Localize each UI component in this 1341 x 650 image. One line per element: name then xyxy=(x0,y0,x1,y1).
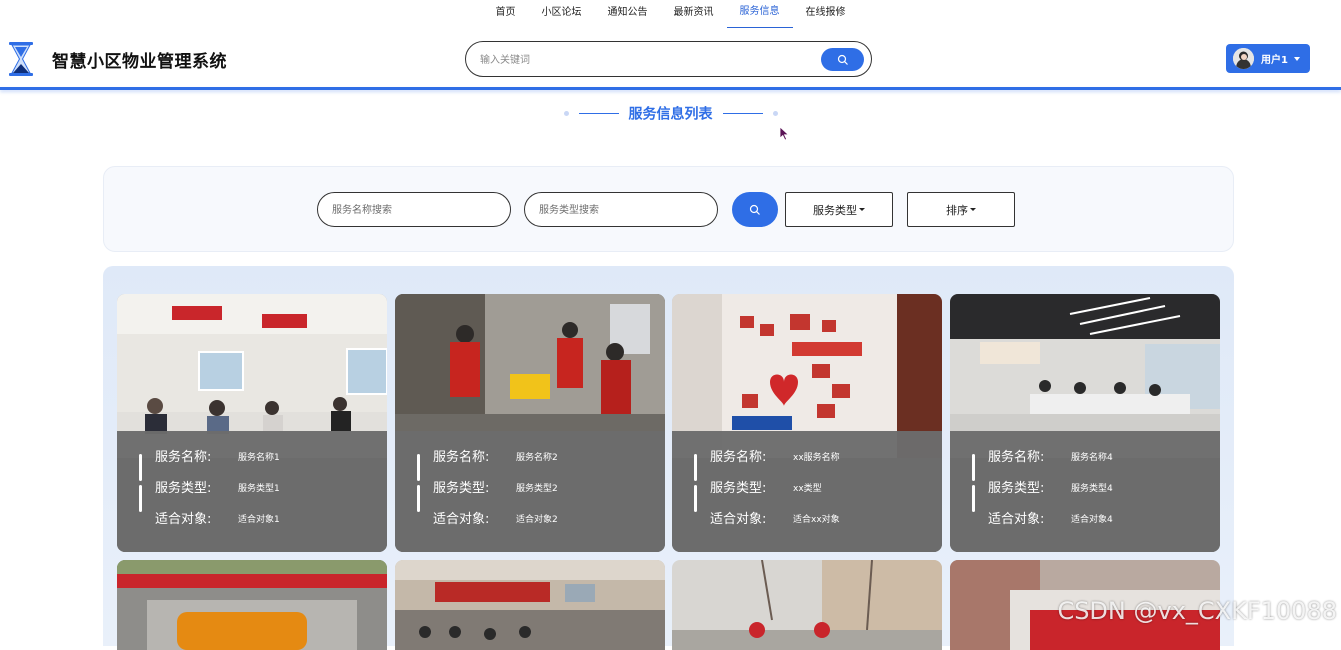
decor-dot xyxy=(772,111,778,116)
mouse-cursor-icon xyxy=(779,126,790,141)
divider-bar xyxy=(972,454,975,481)
user-menu-button[interactable]: 用户1 xyxy=(1226,44,1310,73)
service-type-label: 服务类型: xyxy=(433,481,490,496)
divider-bar xyxy=(972,485,975,512)
target-audience-label: 适合对象: xyxy=(155,512,212,527)
service-info-overlay: 服务名称: 服务名称2 服务类型: 服务类型2 适合对象: 适合对象2 xyxy=(395,431,665,552)
header-search-box xyxy=(465,41,872,77)
service-info-overlay: 服务名称: xx服务名称 服务类型: xx类型 适合对象: 适合xx对象 xyxy=(672,431,942,552)
target-audience-value: 适合对象4 xyxy=(1071,515,1113,525)
target-audience-label: 适合对象: xyxy=(988,512,1045,527)
divider-bar xyxy=(694,485,697,512)
section-title: 服务信息列表 xyxy=(628,106,713,123)
sort-dropdown-label: 排序 xyxy=(946,203,968,217)
chevron-down-icon xyxy=(1293,56,1300,61)
service-name-label: 服务名称: xyxy=(710,450,767,465)
user-name: 用户1 xyxy=(1261,55,1288,66)
service-name-search-input[interactable] xyxy=(332,202,492,218)
header-search-input[interactable] xyxy=(480,51,810,69)
divider-bar xyxy=(417,485,420,512)
nav-service-info[interactable]: 服务信息 xyxy=(726,0,793,28)
header-search-button[interactable] xyxy=(821,48,864,71)
service-name-search-box xyxy=(317,192,511,227)
service-name-value: 服务名称2 xyxy=(516,453,558,463)
service-type-label: 服务类型: xyxy=(988,481,1045,496)
service-type-search-input[interactable] xyxy=(539,202,699,218)
service-type-value: xx类型 xyxy=(793,484,822,494)
caret-down-icon xyxy=(859,208,865,211)
filter-panel: 服务类型 排序 xyxy=(103,166,1234,252)
nav-home[interactable]: 首页 xyxy=(483,0,529,28)
target-audience-value: 适合xx对象 xyxy=(793,515,840,525)
target-audience-value: 适合对象2 xyxy=(516,515,558,525)
divider-bar xyxy=(694,454,697,481)
service-card[interactable] xyxy=(395,560,665,650)
service-photo xyxy=(117,560,387,650)
target-audience-label: 适合对象: xyxy=(433,512,490,527)
service-photo xyxy=(395,560,665,650)
filter-search-button[interactable] xyxy=(732,192,778,227)
service-card[interactable]: 服务名称: 服务名称4 服务类型: 服务类型4 适合对象: 适合对象4 xyxy=(950,294,1220,552)
service-card[interactable]: 服务名称: xx服务名称 服务类型: xx类型 适合对象: 适合xx对象 xyxy=(672,294,942,552)
sort-dropdown[interactable]: 排序 xyxy=(907,192,1015,227)
service-name-value: 服务名称4 xyxy=(1071,453,1113,463)
top-nav: 首页 小区论坛 通知公告 最新资讯 服务信息 在线报修 xyxy=(0,0,1341,28)
hourglass-logo-icon xyxy=(9,42,33,76)
service-type-value: 服务类型2 xyxy=(516,484,558,494)
service-type-label: 服务类型: xyxy=(155,481,212,496)
target-audience-label: 适合对象: xyxy=(710,512,767,527)
avatar xyxy=(1233,48,1254,69)
service-info-overlay: 服务名称: 服务名称4 服务类型: 服务类型4 适合对象: 适合对象4 xyxy=(950,431,1220,552)
decor-dot xyxy=(563,111,569,116)
search-icon xyxy=(837,54,848,65)
nav-news[interactable]: 最新资讯 xyxy=(661,0,727,28)
service-name-label: 服务名称: xyxy=(988,450,1045,465)
service-card[interactable] xyxy=(672,560,942,650)
service-type-value: 服务类型1 xyxy=(238,484,280,494)
service-name-value: 服务名称1 xyxy=(238,453,280,463)
caret-down-icon xyxy=(970,208,976,211)
divider-bar xyxy=(139,454,142,481)
nav-notices[interactable]: 通知公告 xyxy=(595,0,661,28)
service-card[interactable] xyxy=(117,560,387,650)
divider-bar xyxy=(417,454,420,481)
target-audience-value: 适合对象1 xyxy=(238,515,280,525)
service-type-search-box xyxy=(524,192,718,227)
service-name-label: 服务名称: xyxy=(433,450,490,465)
decor-line-right xyxy=(722,113,763,114)
nav-repair[interactable]: 在线报修 xyxy=(793,0,859,28)
search-icon xyxy=(749,204,760,215)
service-info-overlay: 服务名称: 服务名称1 服务类型: 服务类型1 适合对象: 适合对象1 xyxy=(117,431,387,552)
section-heading: 服务信息列表 xyxy=(0,103,1341,124)
csdn-watermark: CSDN @vx_CXKF10088 xyxy=(1057,597,1337,625)
service-type-dropdown[interactable]: 服务类型 xyxy=(785,192,893,227)
service-type-label: 服务类型: xyxy=(710,481,767,496)
divider-bar xyxy=(139,485,142,512)
nav-forum[interactable]: 小区论坛 xyxy=(529,0,595,28)
header-divider xyxy=(0,87,1341,90)
service-name-value: xx服务名称 xyxy=(793,453,840,463)
service-photo xyxy=(672,560,942,650)
decor-line-left xyxy=(578,113,619,114)
service-name-label: 服务名称: xyxy=(155,450,212,465)
service-type-value: 服务类型4 xyxy=(1071,484,1113,494)
site-title: 智慧小区物业管理系统 xyxy=(52,52,227,72)
service-type-dropdown-label: 服务类型 xyxy=(813,203,857,217)
service-card[interactable]: 服务名称: 服务名称1 服务类型: 服务类型1 适合对象: 适合对象1 xyxy=(117,294,387,552)
service-card[interactable]: 服务名称: 服务名称2 服务类型: 服务类型2 适合对象: 适合对象2 xyxy=(395,294,665,552)
